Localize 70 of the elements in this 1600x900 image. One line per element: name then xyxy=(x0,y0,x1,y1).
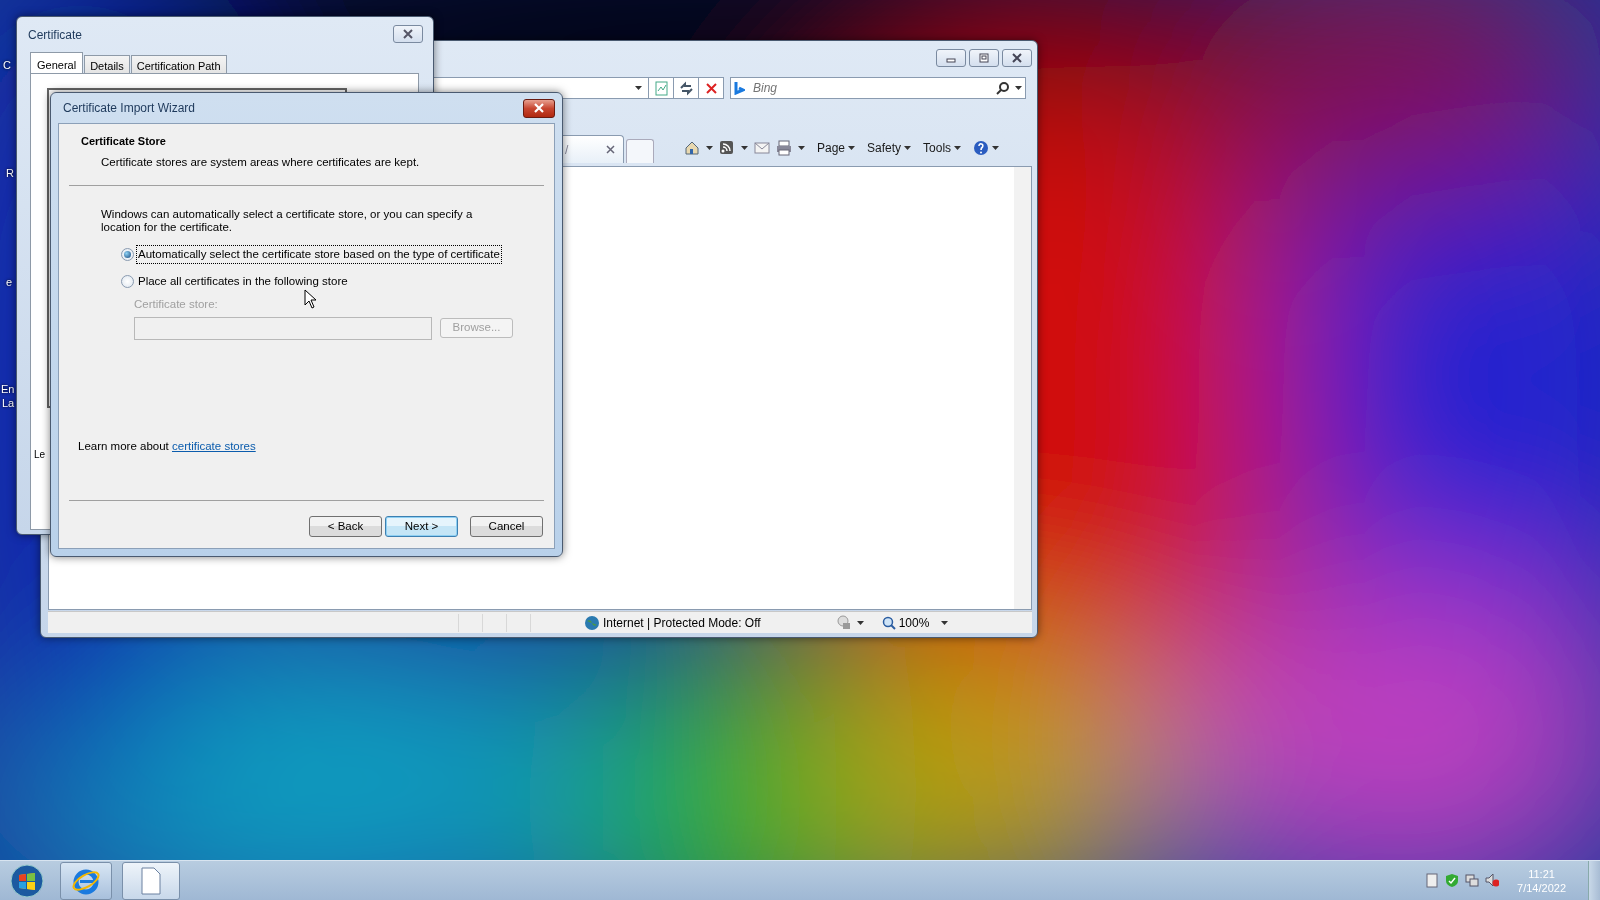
pop-up-blocker-icon[interactable] xyxy=(835,615,851,630)
description-text: Windows can automatically select a certificate store, or you can specify a location for the certificate. xyxy=(101,207,474,234)
page-heading: Certificate Store xyxy=(81,134,167,149)
shield-icon[interactable] xyxy=(1445,873,1460,888)
caret-icon xyxy=(954,146,962,150)
search-icon[interactable] xyxy=(996,81,1009,95)
help-text: Learn more about certificate stores xyxy=(78,438,257,454)
window-title: Certificate xyxy=(28,27,83,44)
option-label[interactable]: Place all certificates in the following store xyxy=(137,273,349,291)
cursor-icon xyxy=(304,289,317,309)
tab-title: / xyxy=(565,141,569,159)
caret-icon xyxy=(904,146,912,150)
close-icon xyxy=(402,29,414,39)
caret-icon[interactable] xyxy=(706,146,713,150)
volume-muted-icon[interactable] xyxy=(1485,873,1500,888)
close-icon xyxy=(1011,53,1023,63)
start-button[interactable] xyxy=(10,863,44,898)
caret-icon[interactable] xyxy=(635,86,642,90)
minimize-button[interactable] xyxy=(936,49,966,67)
document-icon xyxy=(140,866,162,895)
menu-button[interactable]: Page xyxy=(817,139,856,157)
close-tab-icon[interactable] xyxy=(606,145,615,154)
caret-icon[interactable] xyxy=(992,146,1000,150)
refresh-icon[interactable] xyxy=(678,80,694,96)
status-text: Internet | Protected Mode: Off xyxy=(603,614,761,632)
caret-icon[interactable] xyxy=(1015,86,1022,90)
caret-icon[interactable] xyxy=(741,146,748,150)
panel-text: Le xyxy=(34,448,46,462)
desktop-icon-label[interactable]: En xyxy=(1,382,15,396)
option-label[interactable]: Automatically select the certificate store based on the type of certificate xyxy=(137,245,501,263)
page-subheading: Certificate stores are system areas where certificates are kept. xyxy=(101,154,421,170)
taskbar-button[interactable] xyxy=(122,861,180,900)
menu-button[interactable]: Tools xyxy=(923,139,962,157)
desktop-icon-label[interactable]: R xyxy=(6,166,14,180)
printer-icon[interactable] xyxy=(776,140,792,156)
close-button[interactable] xyxy=(523,98,555,118)
dialog-button[interactable]: Next > xyxy=(385,516,458,537)
help-icon[interactable] xyxy=(973,140,990,156)
network-icon[interactable] xyxy=(1465,873,1480,888)
clipboard-icon[interactable] xyxy=(1425,873,1440,888)
radio-button[interactable] xyxy=(121,275,134,289)
taskbar-button[interactable] xyxy=(60,861,112,900)
maximize-icon xyxy=(978,53,990,63)
close-icon xyxy=(533,103,545,113)
window-title: Certificate Import Wizard xyxy=(63,100,196,117)
zoom-icon xyxy=(881,615,896,630)
dialog-button[interactable]: Cancel xyxy=(470,516,543,537)
caret-icon[interactable] xyxy=(941,620,949,625)
search-provider-icon xyxy=(734,81,745,95)
caret-icon[interactable] xyxy=(856,620,864,625)
desktop-icon-label[interactable]: La xyxy=(2,396,15,410)
stop-icon[interactable] xyxy=(703,80,719,96)
dialog-button[interactable]: < Back xyxy=(309,516,382,537)
scrollbar[interactable] xyxy=(1014,167,1031,609)
caret-icon xyxy=(848,146,856,150)
radio-button[interactable] xyxy=(121,247,134,261)
search-field[interactable]: Bing xyxy=(751,78,990,98)
help-link[interactable]: certificate stores xyxy=(172,439,256,452)
globe-icon xyxy=(584,614,600,631)
home-icon[interactable] xyxy=(684,140,700,156)
close-button[interactable] xyxy=(1002,49,1032,67)
zoom-button[interactable]: 100% xyxy=(881,613,930,632)
caret-icon[interactable] xyxy=(798,146,805,150)
desktop-icon-label[interactable]: C xyxy=(3,58,11,72)
search-box[interactable]: Bing xyxy=(730,77,1026,99)
close-button[interactable] xyxy=(393,25,423,43)
desktop-icon-label[interactable]: e xyxy=(6,275,13,289)
menu-button[interactable]: Safety xyxy=(867,139,912,157)
field-label: Certificate store: xyxy=(134,297,218,313)
feed-icon[interactable] xyxy=(719,140,735,156)
